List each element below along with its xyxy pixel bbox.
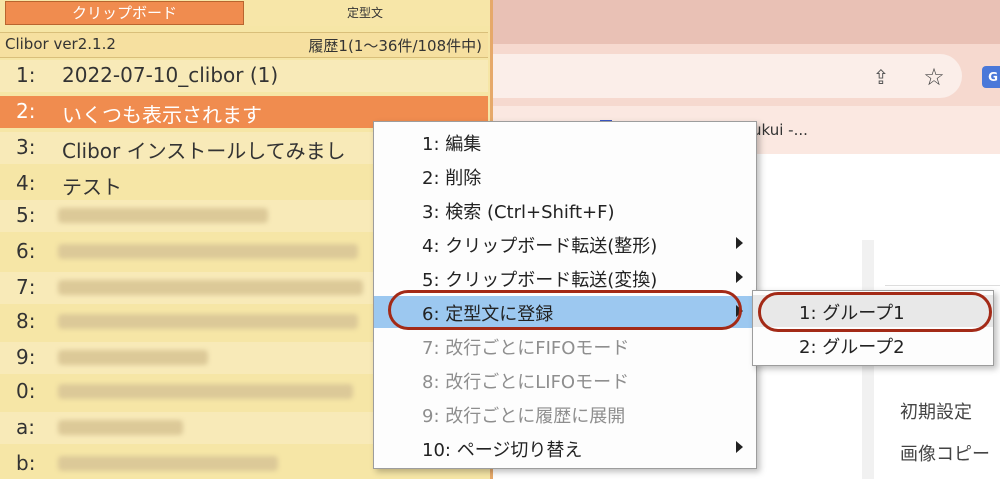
tab-bar: クリップボード 定型文 bbox=[0, 0, 490, 26]
submenu-arrow-icon bbox=[736, 271, 743, 283]
menu-item-delete[interactable]: 2: 削除 bbox=[374, 160, 756, 192]
blurred-text bbox=[58, 314, 358, 329]
item-key: 4: bbox=[16, 171, 36, 195]
tab-clipboard[interactable]: クリップボード bbox=[5, 1, 244, 25]
annotation-ring bbox=[758, 292, 992, 332]
blurred-text bbox=[58, 420, 183, 435]
google-extension-icon[interactable]: G bbox=[982, 66, 1000, 88]
submenu-arrow-icon bbox=[736, 441, 743, 453]
share-icon[interactable]: ⇪ bbox=[868, 64, 894, 90]
blurred-text bbox=[58, 244, 358, 259]
menu-item-label: 4: クリップボード転送(整形) bbox=[422, 236, 658, 257]
blurred-text bbox=[58, 280, 363, 295]
blurred-text bbox=[58, 456, 278, 471]
menu-item-label: 8: 改行ごとにLIFOモード bbox=[422, 372, 630, 393]
bookmark-star-icon[interactable]: ☆ bbox=[920, 63, 948, 91]
item-key: 9: bbox=[16, 345, 36, 369]
item-text: テスト bbox=[62, 175, 122, 199]
menu-item-transfer-format[interactable]: 4: クリップボード転送(整形) bbox=[374, 228, 756, 260]
annotation-ring bbox=[388, 290, 742, 330]
item-text: Clibor インストールしてみまし bbox=[62, 139, 346, 163]
menu-item-label: 1: 編集 bbox=[422, 134, 482, 155]
item-key: 3: bbox=[16, 135, 36, 159]
blurred-text bbox=[58, 208, 268, 223]
submenu-item-group2[interactable]: 2: グループ2 bbox=[753, 329, 993, 361]
menu-item-expand-history[interactable]: 9: 改行ごとに履歴に展開 bbox=[374, 398, 756, 430]
blurred-text bbox=[58, 384, 353, 399]
menu-item-label: 3: 検索 (Ctrl+Shift+F) bbox=[422, 202, 615, 223]
side-item-initial-settings[interactable]: 初期設定 bbox=[900, 398, 972, 424]
item-text: 2022-07-10_clibor (1) bbox=[62, 63, 279, 87]
menu-item-label: 10: ページ切り替え bbox=[422, 440, 583, 461]
history-status: 履歴1(1〜36件/108件中) bbox=[308, 37, 482, 55]
version-label: Clibor ver2.1.2 bbox=[5, 35, 116, 53]
list-item[interactable]: 1: 2022-07-10_clibor (1) bbox=[0, 60, 488, 92]
item-key: 2: bbox=[16, 99, 36, 123]
menu-item-lifo-mode[interactable]: 8: 改行ごとにLIFOモード bbox=[374, 364, 756, 396]
menu-item-label: 9: 改行ごとに履歴に展開 bbox=[422, 406, 626, 427]
tab-fixed-phrases[interactable]: 定型文 bbox=[250, 3, 480, 23]
menu-item-search[interactable]: 3: 検索 (Ctrl+Shift+F) bbox=[374, 194, 756, 226]
item-key: 7: bbox=[16, 275, 36, 299]
menu-item-edit[interactable]: 1: 編集 bbox=[374, 126, 756, 158]
menu-item-label: 5: クリップボード転送(変換) bbox=[422, 270, 658, 291]
blurred-text bbox=[58, 350, 208, 365]
item-key: 5: bbox=[16, 203, 36, 227]
menu-item-page-switch[interactable]: 10: ページ切り替え bbox=[374, 432, 756, 464]
menu-item-label: 7: 改行ごとにFIFOモード bbox=[422, 338, 630, 359]
bookmark-item[interactable]: ukui -... bbox=[752, 121, 808, 139]
item-key: 1: bbox=[16, 63, 36, 87]
menu-item-label: 2: 削除 bbox=[422, 168, 482, 189]
menu-item-fifo-mode[interactable]: 7: 改行ごとにFIFOモード bbox=[374, 330, 756, 362]
item-key: b: bbox=[16, 451, 36, 475]
info-bar: Clibor ver2.1.2 履歴1(1〜36件/108件中) bbox=[0, 32, 488, 58]
item-key: 0: bbox=[16, 379, 36, 403]
item-text: いくつも表示されます bbox=[62, 103, 262, 127]
submenu-arrow-icon bbox=[736, 237, 743, 249]
submenu-item-label: 2: グループ2 bbox=[799, 337, 905, 358]
item-key: 6: bbox=[16, 239, 36, 263]
item-key: 8: bbox=[16, 309, 36, 333]
side-item-image-copy[interactable]: 画像コピー bbox=[900, 440, 990, 466]
item-key: a: bbox=[16, 415, 35, 439]
